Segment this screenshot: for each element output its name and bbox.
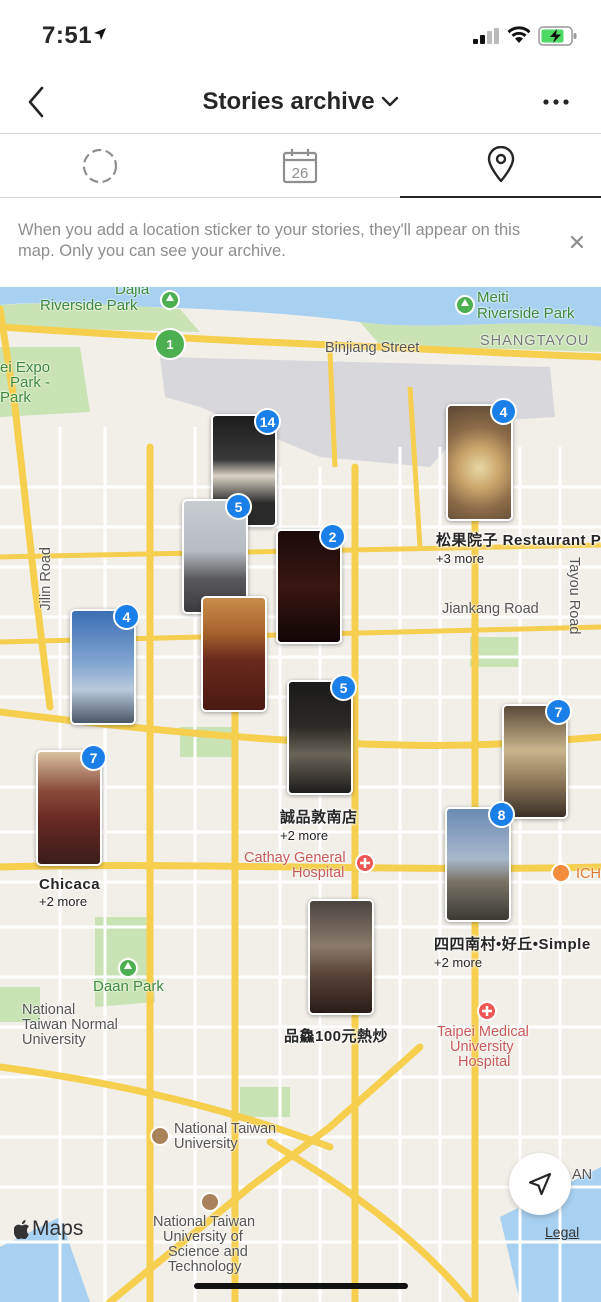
story-count-badge[interactable]: 4 bbox=[113, 603, 140, 630]
pin-caption: 誠品敦南店 +2 more bbox=[280, 806, 358, 843]
map-label-cathay-1: Cathay General bbox=[244, 850, 346, 866]
pin-place-name: 松果院子 Restaurant Pi bbox=[436, 532, 601, 549]
map-label-expo-3: Park bbox=[0, 389, 31, 406]
wifi-icon bbox=[507, 26, 531, 43]
legal-link[interactable]: Legal bbox=[545, 1224, 579, 1240]
map-label-tmu-1: Taipei Medical bbox=[437, 1024, 529, 1040]
close-icon[interactable] bbox=[567, 232, 587, 252]
story-count-badge[interactable]: 5 bbox=[225, 493, 252, 520]
map-label-meiti-park: Riverside Park bbox=[477, 305, 575, 322]
map-label-shangtayou: SHANGTAYOU bbox=[480, 333, 590, 349]
navigation-arrow-icon bbox=[528, 1172, 552, 1196]
map-label-cathay-2: Hospital bbox=[292, 865, 345, 881]
map-label-tayou: Tayou Road bbox=[566, 557, 582, 635]
pin-place-name: 品鱻100元熱炒 bbox=[284, 1028, 389, 1045]
story-count-badge[interactable]: 14 bbox=[254, 408, 281, 435]
battery-charging-icon bbox=[538, 26, 577, 46]
pin-caption: 松果院子 Restaurant Pi +3 more bbox=[436, 529, 601, 566]
map-label-ntust-3: Science and bbox=[168, 1244, 248, 1260]
tab-calendar[interactable]: 26 bbox=[200, 134, 400, 198]
map-label-ntust-2: University of bbox=[163, 1229, 243, 1245]
map-label-daan: Daan Park bbox=[93, 978, 164, 995]
map-label-ich: ICH bbox=[576, 866, 601, 882]
park-pin-icon bbox=[455, 295, 475, 315]
nav-header: Stories archive bbox=[0, 70, 601, 134]
map-label-jiankang: Jiankang Road bbox=[442, 601, 539, 617]
pin-more-count: +2 more bbox=[280, 828, 329, 843]
park-pin-icon bbox=[160, 290, 180, 310]
map-label-tmu-2: University bbox=[450, 1039, 514, 1055]
pin-more-count: +2 more bbox=[39, 894, 88, 909]
story-thumbnail[interactable] bbox=[201, 596, 267, 712]
location-pin-icon bbox=[487, 146, 514, 183]
page-title[interactable]: Stories archive bbox=[0, 87, 601, 116]
chevron-down-icon bbox=[381, 96, 398, 106]
story-count-badge[interactable]: 4 bbox=[490, 398, 517, 425]
apple-icon bbox=[14, 1219, 29, 1239]
archive-tabs: 26 bbox=[0, 134, 601, 198]
status-bar: 7:51 bbox=[0, 0, 601, 70]
school-icon bbox=[150, 1126, 170, 1146]
map-label-jilin: Jilin Road bbox=[38, 547, 54, 611]
status-time: 7:51 bbox=[42, 22, 93, 49]
pin-caption: 品鱻100元熱炒 bbox=[284, 1025, 388, 1046]
pin-caption: 四四南村•好丘•Simple +2 more bbox=[434, 933, 591, 970]
pin-place-name: 誠品敦南店 bbox=[280, 809, 358, 826]
story-count-badge[interactable]: 5 bbox=[330, 674, 357, 701]
map-label-ntust-4: Technology bbox=[168, 1259, 242, 1275]
cellular-signal-icon bbox=[473, 28, 499, 44]
map-label-an: AN bbox=[572, 1167, 593, 1183]
pin-more-count: +2 more bbox=[434, 955, 483, 970]
calendar-day: 26 bbox=[292, 165, 309, 182]
more-options-icon[interactable] bbox=[541, 90, 571, 114]
pin-place-name: Chicaca bbox=[39, 876, 101, 893]
calendar-icon: 26 bbox=[282, 149, 318, 184]
map-label-riverside-park: Riverside Park bbox=[40, 297, 138, 314]
map-label-meiti: Meiti bbox=[477, 289, 509, 306]
pin-more-count: +3 more bbox=[436, 551, 485, 566]
map-label-ntnu-3: University bbox=[22, 1032, 86, 1048]
current-location-button[interactable] bbox=[509, 1153, 571, 1215]
park-pin-icon bbox=[118, 958, 138, 978]
map-label-tmu-3: Hospital bbox=[458, 1054, 511, 1070]
hospital-icon bbox=[355, 853, 375, 873]
route-marker: 1 bbox=[154, 328, 186, 360]
pin-caption: Chicaca +2 more bbox=[39, 876, 100, 909]
story-count-badge[interactable]: 8 bbox=[488, 801, 515, 828]
circle-dashed-icon bbox=[82, 148, 118, 184]
hospital-icon bbox=[477, 1001, 497, 1021]
map-label-binjiang: Binjiang Street bbox=[325, 340, 420, 356]
maps-brand-text: Maps bbox=[32, 1217, 84, 1240]
home-indicator[interactable] bbox=[194, 1283, 408, 1289]
story-count-badge[interactable]: 7 bbox=[80, 744, 107, 771]
route-number: 1 bbox=[166, 336, 174, 352]
location-arrow-icon bbox=[94, 28, 106, 40]
map-label-ntu-2: University bbox=[174, 1136, 238, 1152]
school-icon bbox=[200, 1192, 220, 1212]
story-thumbnail[interactable] bbox=[308, 899, 374, 1015]
tab-stories[interactable] bbox=[0, 134, 200, 198]
notice-text: When you add a location sticker to your … bbox=[18, 221, 521, 260]
map-label-ntnu-1: National bbox=[22, 1002, 76, 1018]
map-label-ntu-1: National Taiwan bbox=[174, 1121, 277, 1137]
page-title-text: Stories archive bbox=[202, 87, 375, 115]
story-count-badge[interactable]: 7 bbox=[545, 698, 572, 725]
location-notice: When you add a location sticker to your … bbox=[0, 198, 601, 287]
place-icon bbox=[551, 863, 571, 883]
tab-map[interactable] bbox=[400, 134, 601, 198]
story-map[interactable]: Dajia Riverside Park Meiti Riverside Par… bbox=[0, 287, 601, 1302]
map-label-ntust-1: National Taiwan bbox=[153, 1214, 256, 1230]
story-count-badge[interactable]: 2 bbox=[319, 523, 346, 550]
map-label-ntnu-2: Taiwan Normal bbox=[22, 1017, 118, 1033]
apple-maps-logo: Maps bbox=[14, 1217, 83, 1241]
pin-place-name: 四四南村•好丘•Simple bbox=[434, 936, 591, 953]
